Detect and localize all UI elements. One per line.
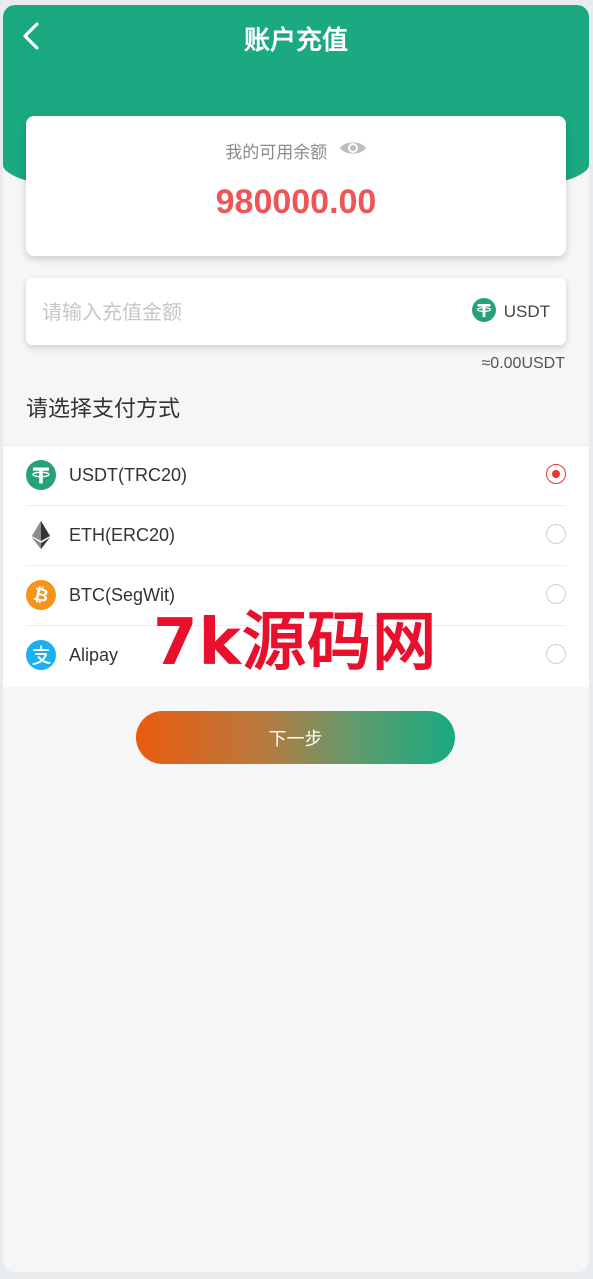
eye-icon[interactable] (339, 139, 367, 165)
next-step-button[interactable]: 下一步 (136, 711, 455, 764)
radio-selected[interactable] (546, 464, 566, 484)
converted-amount: ≈0.00USDT (481, 355, 565, 372)
ethereum-icon (26, 520, 56, 550)
payment-method-eth-erc20[interactable]: ETH(ERC20) (26, 506, 566, 566)
bitcoin-icon: ₿ (26, 580, 56, 610)
balance-label: 我的可用余额 (225, 143, 328, 163)
tether-icon (26, 460, 56, 490)
recharge-screen: 账户充值 我的可用余额 980000.00 请输入充值金额 USDT ≈0.00… (3, 5, 589, 1272)
payment-method-label: ETH(ERC20) (69, 525, 176, 545)
balance-amount: 980000.00 (215, 183, 377, 221)
payment-method-label: USDT(TRC20) (69, 465, 188, 485)
alipay-icon (26, 640, 56, 670)
amount-input[interactable] (40, 290, 444, 334)
tether-icon (471, 297, 496, 327)
balance-card: 我的可用余额 980000.00 (26, 116, 566, 256)
balance-label-row: 我的可用余额 (26, 140, 566, 166)
currency-label: USDT (503, 302, 550, 321)
radio-unselected[interactable] (546, 524, 566, 544)
currency-tag: USDT (471, 297, 550, 327)
page-title: 账户充值 (243, 26, 348, 56)
radio-unselected[interactable] (546, 644, 566, 664)
payment-method-usdt-trc20[interactable]: USDT(TRC20) (26, 446, 566, 506)
payment-method-label: Alipay (69, 645, 119, 665)
radio-unselected[interactable] (546, 584, 566, 604)
payment-section-title: 请选择支付方式 (26, 397, 181, 422)
amount-input-box: USDT (26, 278, 566, 345)
watermark: 7k源码网 (153, 606, 438, 680)
